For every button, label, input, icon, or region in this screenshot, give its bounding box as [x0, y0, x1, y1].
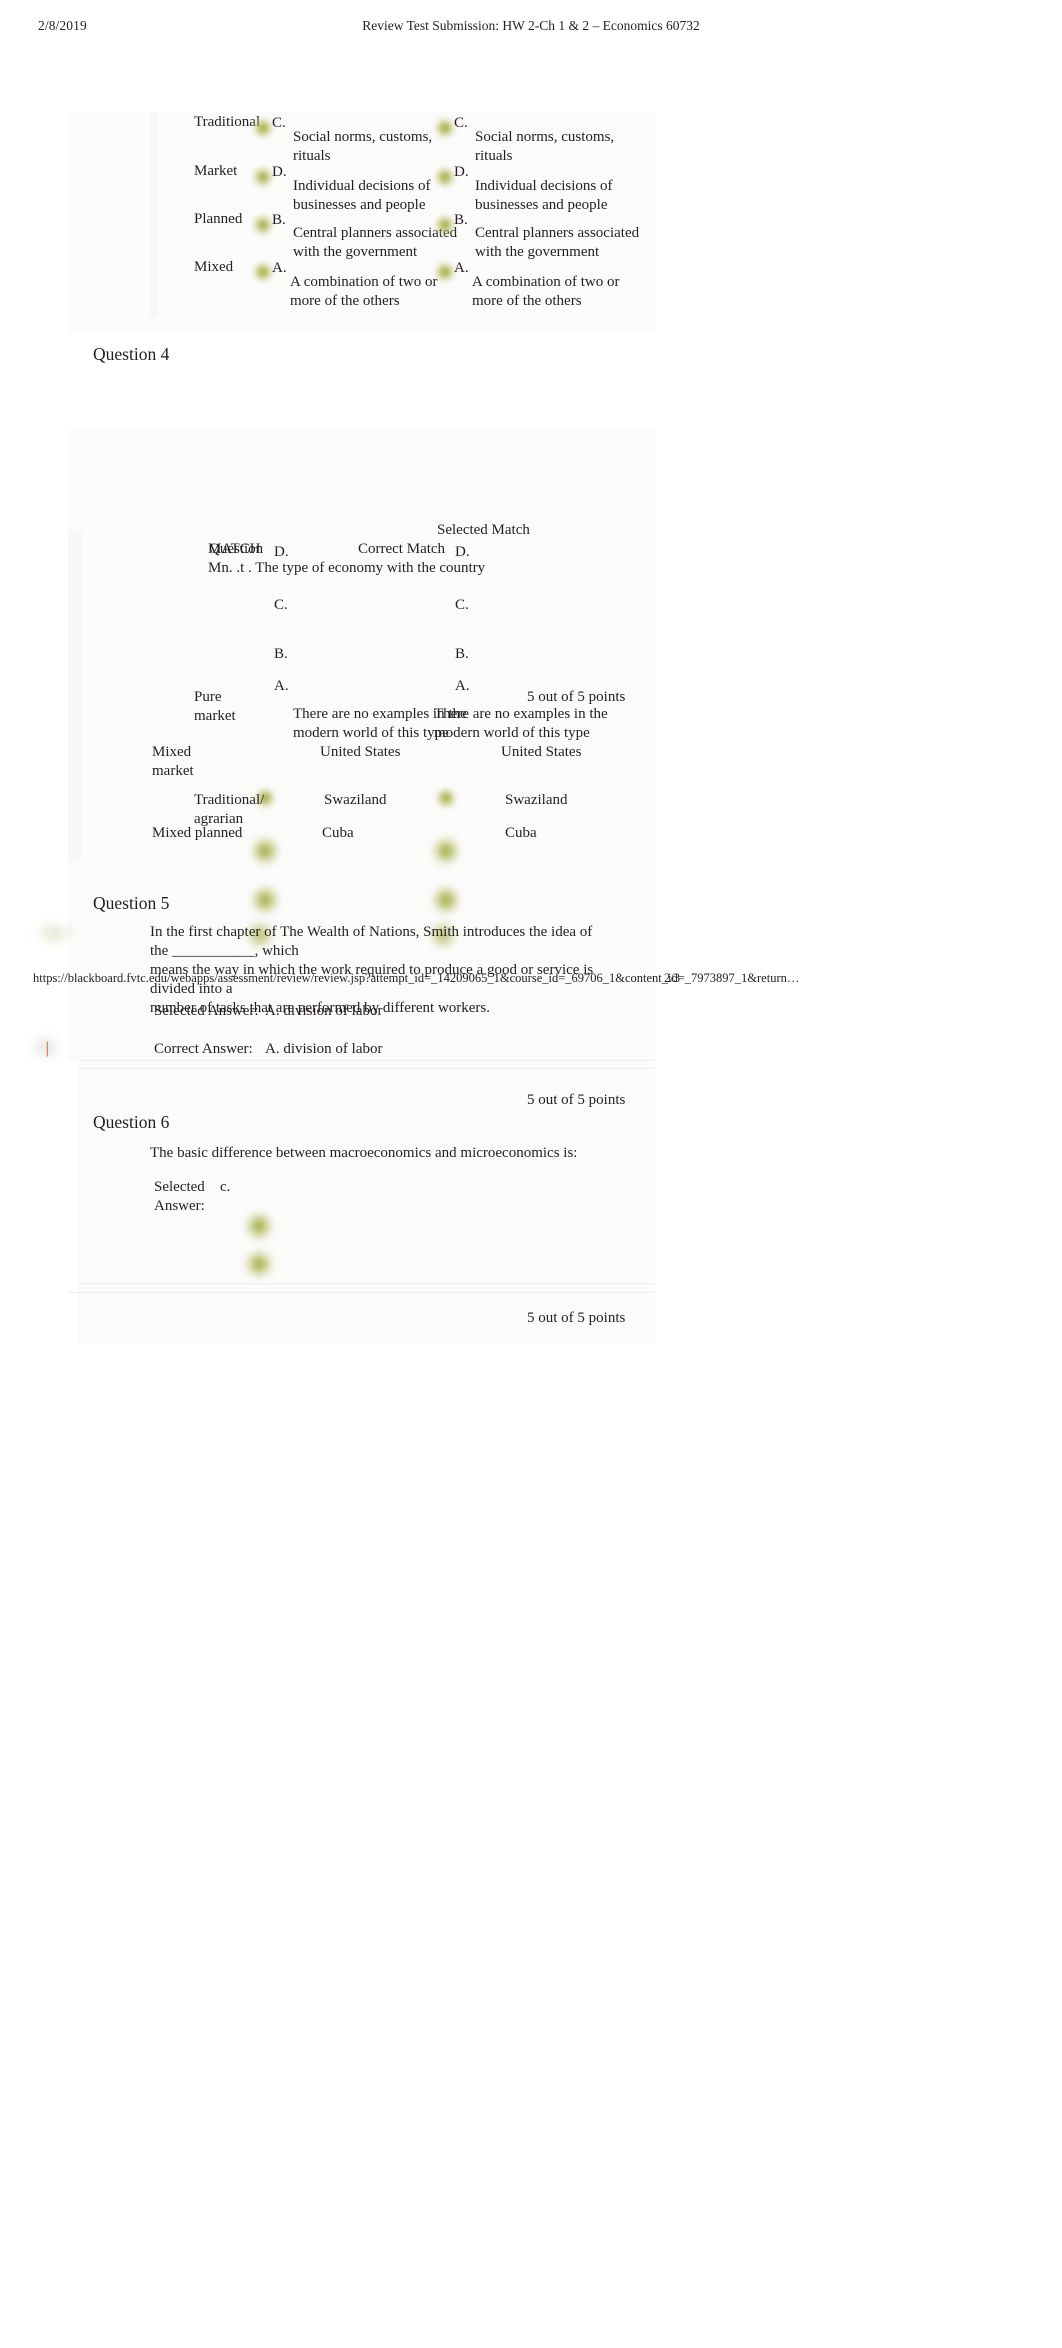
answer-indicator-dot — [434, 214, 456, 236]
scan-band-2 — [68, 318, 655, 332]
answer-indicator-dot — [431, 836, 461, 866]
divider — [80, 1283, 655, 1284]
q4-selected-text-0: There are no examples in the modern worl… — [434, 706, 608, 741]
answer-indicator-dot — [252, 117, 274, 139]
q3-selected-text-3: A combination of two or more of the othe… — [290, 274, 438, 309]
q5-selected-value: A. division of labor — [265, 1003, 383, 1019]
q3-selected-text-1: Individual decisions of businesses and p… — [293, 178, 431, 213]
answer-indicator-dot — [435, 787, 457, 809]
q4-term-0: Pure market — [194, 689, 236, 724]
q3-selected-letter-2: B. — [272, 212, 286, 228]
q4-selected-text-3: Cuba — [505, 825, 537, 841]
q4-correct-text-3: Cuba — [322, 825, 354, 841]
q6-points-bottom: 5 out of 5 points — [527, 1310, 626, 1326]
q4-selected-text-1: United States — [501, 744, 582, 760]
q3-correct-text-1: Individual decisions of businesses and p… — [475, 178, 613, 213]
scan-smudge — [30, 1034, 62, 1060]
q4-term-3: Mixed planned — [152, 825, 243, 841]
q4-correct-text-1: United States — [320, 744, 401, 760]
question-4-heading: Question 4 — [93, 344, 170, 364]
q4-overlap-layer-b: Question — [209, 541, 264, 557]
q3-selected-letter-0: C. — [272, 115, 286, 131]
q4-overlap-layer-d: Correct Match — [358, 541, 446, 557]
q4-selected-letter-0: D. — [455, 544, 470, 560]
scanned-page: 2/8/2019 Review Test Submission: HW 2-Ch… — [0, 0, 1062, 2348]
q4-selected-match-header: Selected Match — [437, 522, 530, 538]
footer-url: https://blackboard.fvtc.edu/webapps/asse… — [33, 971, 800, 985]
q5-correct-value: A. division of labor — [265, 1041, 383, 1057]
q3-term-3: Mixed — [194, 259, 234, 275]
q3-selected-letter-3: A. — [272, 260, 287, 276]
q3-correct-letter-1: D. — [454, 164, 469, 180]
q3-correct-text-2: Central planners associated with the gov… — [475, 225, 640, 260]
answer-indicator-dot — [252, 166, 274, 188]
q3-correct-letter-2: B. — [454, 212, 468, 228]
q5-selected-label: Selected Answer: — [154, 1003, 259, 1019]
scan-edge-1 — [150, 112, 158, 317]
answer-indicator-dot — [244, 1249, 274, 1279]
q4-term-1: Mixed market — [152, 744, 194, 779]
q4-correct-letter-3: A. — [274, 678, 289, 694]
q3-correct-letter-3: A. — [454, 260, 469, 276]
answer-indicator-dot — [434, 261, 456, 283]
answer-indicator-dot — [252, 261, 274, 283]
q4-correct-letter-2: B. — [274, 646, 288, 662]
q6-points: 5 out of 5 points — [527, 1092, 626, 1108]
scan-edge-2 — [68, 530, 82, 860]
q3-term-0: Traditional — [194, 114, 261, 130]
q3-correct-text-0: Social norms, customs, rituals — [475, 129, 615, 164]
q3-correct-text-3: A combination of two or more of the othe… — [472, 274, 620, 309]
q5-correct-label: Correct Answer: — [154, 1041, 253, 1057]
q3-selected-text-0: Social norms, customs, rituals — [293, 129, 433, 164]
footer-page-number: 2/3 — [664, 971, 680, 985]
divider — [80, 1068, 655, 1069]
question-5-heading: Question 5 — [93, 893, 170, 913]
answer-indicator-dot — [252, 214, 274, 236]
divider — [80, 1060, 655, 1061]
q3-selected-letter-1: D. — [272, 164, 287, 180]
q3-term-1: Market — [194, 163, 238, 179]
q4-selected-letter-1: C. — [455, 597, 469, 613]
q3-term-2: Planned — [194, 211, 243, 227]
q6-selected-value: c. — [220, 1179, 231, 1195]
print-header-title: Review Test Submission: HW 2-Ch 1 & 2 – … — [362, 18, 700, 33]
q6-prompt: The basic difference between macroeconom… — [150, 1145, 578, 1161]
answer-indicator-dot — [250, 836, 280, 866]
q6-selected-label: Selected Answer: — [154, 1179, 205, 1214]
q4-correct-text-2: Swaziland — [324, 792, 387, 808]
divider — [68, 1292, 655, 1293]
q4-correct-letter-0: D. — [274, 544, 289, 560]
q4-selected-text-2: Swaziland — [505, 792, 568, 808]
answer-indicator-dot — [250, 885, 280, 915]
q4-correct-letter-1: C. — [274, 597, 288, 613]
answer-indicator-dot — [434, 166, 456, 188]
answer-indicator-dot — [244, 1211, 274, 1241]
answer-indicator-dot — [431, 885, 461, 915]
q3-correct-letter-0: C. — [454, 115, 468, 131]
q4-selected-letter-2: B. — [455, 646, 469, 662]
q4-selected-letter-3: A. — [455, 678, 470, 694]
scan-smudge — [28, 925, 80, 941]
answer-indicator-dot — [434, 117, 456, 139]
question-6-heading: Question 6 — [93, 1112, 170, 1132]
q4-overlap-layer-c: Mn. .t . The type of economy with the co… — [208, 560, 486, 576]
